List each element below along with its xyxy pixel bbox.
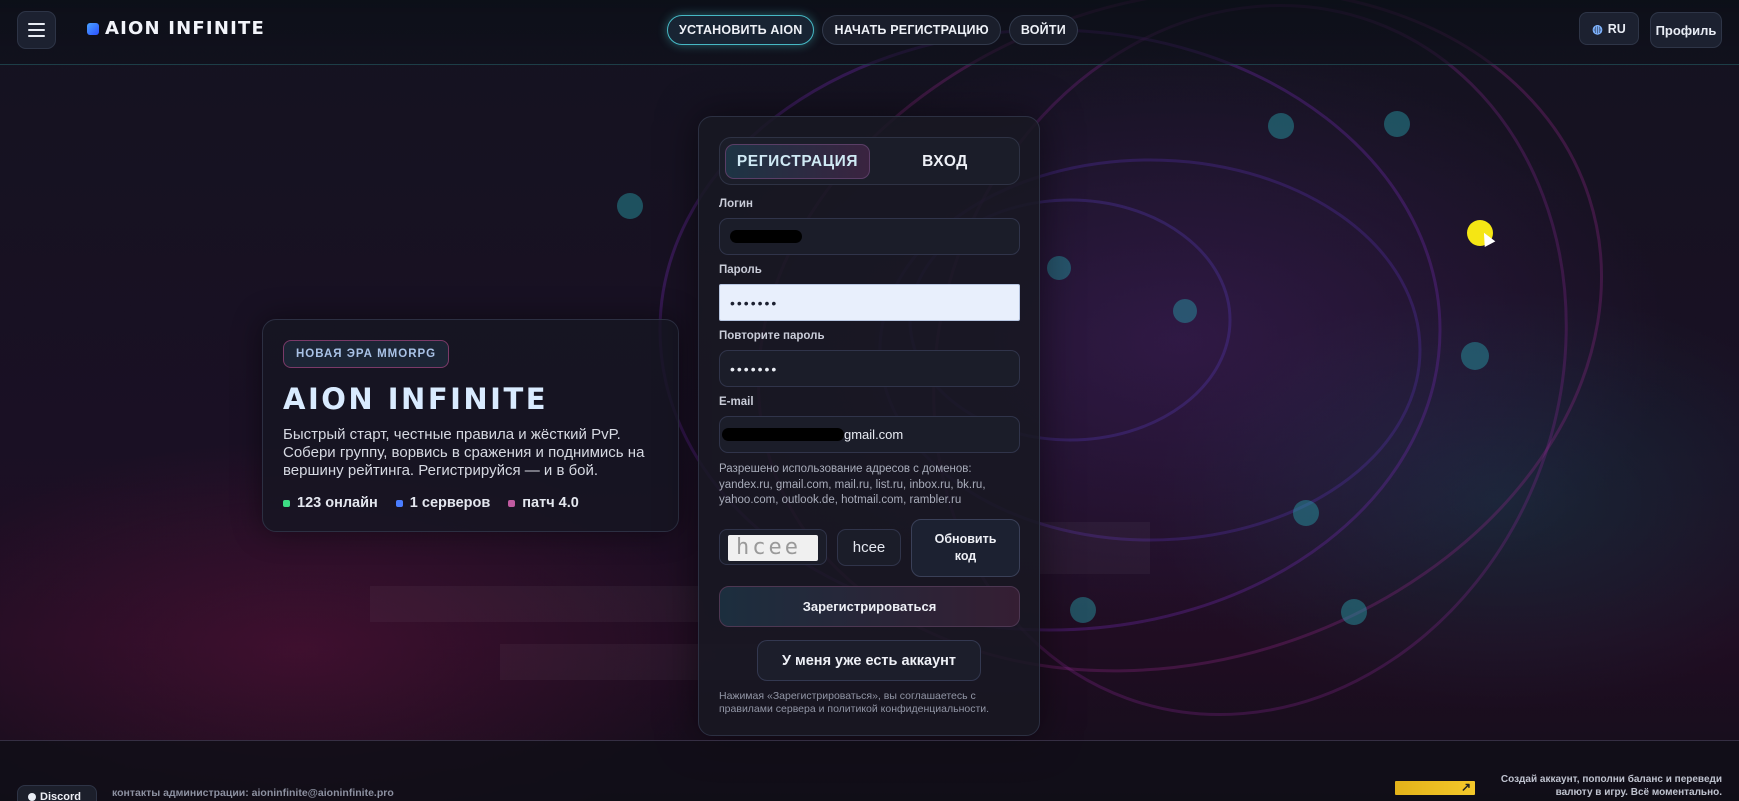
online-dot-icon: [283, 499, 290, 507]
promo-banner[interactable]: ↗: [1395, 780, 1475, 795]
discord-button[interactable]: Discord: [17, 785, 97, 801]
hero-stats: 123 онлайн 1 серверов патч 4.0: [283, 495, 579, 511]
hero-title: AION INFINITE: [283, 382, 549, 416]
language-label: RU: [1607, 21, 1626, 36]
captcha-text: hcee: [728, 535, 818, 561]
refresh-captcha-button[interactable]: Обновить код: [911, 519, 1020, 577]
password-label: Пароль: [719, 264, 762, 276]
email-domains-hint: Разрешено использование адресов с домено…: [719, 463, 986, 506]
stat-online: 123 онлайн: [283, 495, 378, 511]
refresh-captcha-label: Обновить код: [934, 532, 997, 563]
redacted-email: [722, 428, 844, 441]
servers-dot-icon: [395, 499, 403, 507]
tab-register[interactable]: РЕГИСТРАЦИЯ: [725, 144, 870, 179]
main-nav: УСТАНОВИТЬ AION НАЧАТЬ РЕГИСТРАЦИЮ ВОЙТИ: [667, 15, 1078, 45]
captcha-image: hcee: [719, 529, 827, 565]
discord-label: Discord: [40, 791, 81, 801]
promo-text: Создай аккаунт, пополни баланс и перевед…: [1500, 774, 1722, 798]
hamburger-menu-button[interactable]: [17, 11, 56, 49]
login-nav-button[interactable]: ВОЙТИ: [1008, 15, 1078, 45]
brand-name: AION INFINITE: [105, 18, 265, 39]
stat-patch-label: патч 4.0: [522, 495, 579, 511]
email-suffix: gmail.com: [844, 427, 904, 442]
tab-login[interactable]: ВХОД: [875, 144, 1015, 179]
auth-panel: РЕГИСТРАЦИЯ ВХОД Логин Пароль ••••••• По…: [698, 116, 1040, 736]
auth-tabs: РЕГИСТРАЦИЯ ВХОД: [719, 137, 1020, 185]
repeat-password-input[interactable]: •••••••: [719, 350, 1020, 387]
have-account-button[interactable]: У меня уже есть аккаунт: [757, 640, 981, 681]
login-input[interactable]: [719, 218, 1020, 255]
patch-dot-icon: [508, 499, 516, 507]
profile-button[interactable]: Профиль: [1650, 12, 1722, 48]
hero-card: НОВАЯ ЭРА MMORPG AION INFINITE Быстрый с…: [262, 319, 679, 532]
terms-text: Нажимая «Зарегистрироваться», вы соглаша…: [719, 690, 990, 715]
brand-square-icon: [87, 22, 99, 35]
admin-contacts: контакты администрации: aioninfinite@aio…: [112, 787, 394, 799]
email-input[interactable]: gmail.com: [719, 416, 1020, 453]
captcha-input[interactable]: hcee: [837, 529, 901, 566]
stat-online-label: 123 онлайн: [297, 495, 378, 511]
globe-icon: ◍: [1592, 21, 1603, 36]
register-button[interactable]: Зарегистрироваться: [719, 586, 1020, 627]
start-registration-button[interactable]: НАЧАТЬ РЕГИСТРАЦИЮ: [822, 15, 1001, 45]
hamburger-icon: [28, 23, 45, 25]
stat-servers-label: 1 серверов: [409, 495, 491, 511]
language-switch-button[interactable]: ◍ RU: [1579, 12, 1639, 45]
repeat-password-label: Повторите пароль: [719, 330, 825, 342]
redacted-login: [730, 230, 802, 243]
top-navbar: AION INFINITE УСТАНОВИТЬ AION НАЧАТЬ РЕГ…: [0, 0, 1739, 65]
install-aion-button[interactable]: УСТАНОВИТЬ AION: [667, 15, 815, 45]
hero-badge: НОВАЯ ЭРА MMORPG: [283, 340, 450, 368]
discord-icon: [28, 793, 36, 801]
stat-patch: патч 4.0: [508, 495, 579, 511]
hero-description: Быстрый старт, честные правила и жёсткий…: [283, 426, 645, 479]
footer: Discord контакты администрации: aioninfi…: [0, 740, 1739, 801]
brand-logo[interactable]: AION INFINITE: [87, 18, 265, 39]
email-label: E-mail: [719, 396, 754, 408]
login-label: Логин: [719, 198, 753, 210]
password-input[interactable]: •••••••: [719, 284, 1020, 321]
stat-servers: 1 серверов: [395, 495, 491, 511]
external-arrow-icon: ↗: [1460, 780, 1471, 794]
